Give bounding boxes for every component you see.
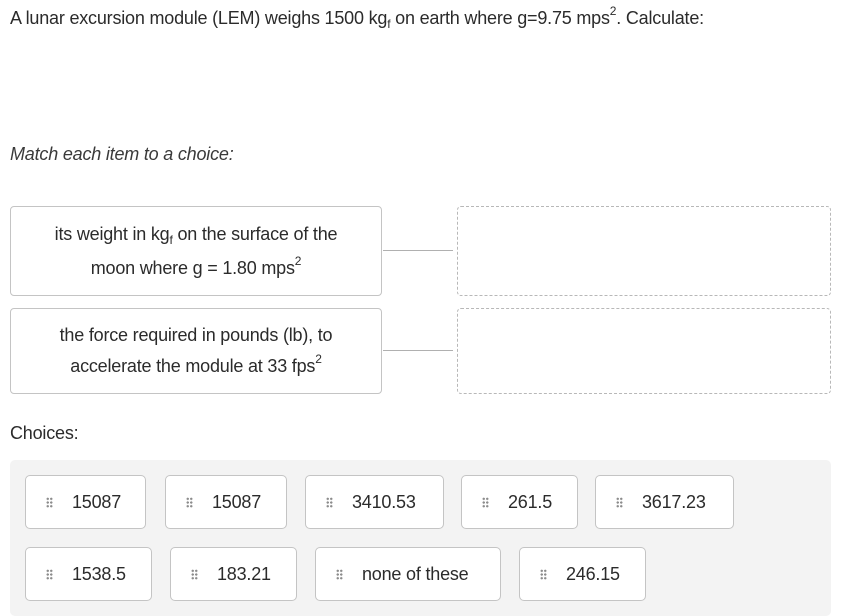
connector-line bbox=[383, 250, 453, 251]
match-item-force-required: the force required in pounds (lb), to ac… bbox=[10, 308, 382, 394]
text-part: accelerate the module at 33 fps bbox=[70, 356, 316, 376]
choice-chip[interactable]: 1538.5 bbox=[25, 547, 152, 601]
choices-pool: 15087 15087 3410.53 261.5 3617.23 1538.5… bbox=[10, 460, 831, 616]
choice-label: 15087 bbox=[72, 491, 122, 512]
choice-label: 246.15 bbox=[566, 563, 620, 584]
text-part: on the surface of the bbox=[172, 224, 338, 244]
drag-handle-icon[interactable] bbox=[616, 496, 623, 508]
match-item-text: its weight in kgf on the surface of the … bbox=[55, 217, 338, 285]
choice-chip[interactable]: none of these bbox=[315, 547, 501, 601]
question-part: on earth where g=9.75 mps bbox=[390, 8, 610, 28]
choice-label: 15087 bbox=[212, 491, 262, 512]
drop-zone-1[interactable] bbox=[457, 206, 831, 296]
text-part: its weight in kg bbox=[54, 224, 170, 244]
question-part: . Calculate: bbox=[616, 8, 704, 28]
drag-handle-icon[interactable] bbox=[326, 496, 333, 508]
choice-chip[interactable]: 261.5 bbox=[461, 475, 578, 529]
text-part: moon where g = 1.80 mps bbox=[90, 258, 295, 278]
choice-label: 3410.53 bbox=[352, 491, 416, 512]
choice-label: 261.5 bbox=[508, 491, 553, 512]
drag-handle-icon[interactable] bbox=[191, 568, 198, 580]
connector-line bbox=[383, 350, 453, 351]
match-item-weight-on-moon: its weight in kgf on the surface of the … bbox=[10, 206, 382, 296]
drag-handle-icon[interactable] bbox=[540, 568, 547, 580]
choice-chip[interactable]: 3617.23 bbox=[595, 475, 734, 529]
choice-label: 3617.23 bbox=[642, 491, 706, 512]
superscript: 2 bbox=[294, 254, 302, 268]
drag-handle-icon[interactable] bbox=[482, 496, 489, 508]
choice-label: 1538.5 bbox=[72, 563, 126, 584]
choice-chip[interactable]: 3410.53 bbox=[305, 475, 444, 529]
choice-chip[interactable]: 15087 bbox=[165, 475, 287, 529]
text-part: the force required in pounds (lb), to bbox=[59, 325, 333, 345]
choice-chip[interactable]: 15087 bbox=[25, 475, 146, 529]
drag-handle-icon[interactable] bbox=[186, 496, 193, 508]
choice-label: 183.21 bbox=[217, 563, 271, 584]
drop-zone-2[interactable] bbox=[457, 308, 831, 394]
choice-chip[interactable]: 246.15 bbox=[519, 547, 646, 601]
drag-handle-icon[interactable] bbox=[46, 496, 53, 508]
instruction-text: Match each item to a choice: bbox=[10, 144, 234, 164]
superscript: 2 bbox=[315, 352, 322, 366]
drag-handle-icon[interactable] bbox=[336, 568, 343, 580]
choices-label: Choices: bbox=[10, 423, 79, 443]
match-item-text: the force required in pounds (lb), to ac… bbox=[60, 320, 333, 382]
question-text: A lunar excursion module (LEM) weighs 15… bbox=[10, 5, 704, 30]
choice-label: none of these bbox=[362, 563, 469, 584]
drag-handle-icon[interactable] bbox=[46, 568, 53, 580]
choice-chip[interactable]: 183.21 bbox=[170, 547, 297, 601]
question-part: A lunar excursion module (LEM) weighs 15… bbox=[10, 8, 388, 28]
